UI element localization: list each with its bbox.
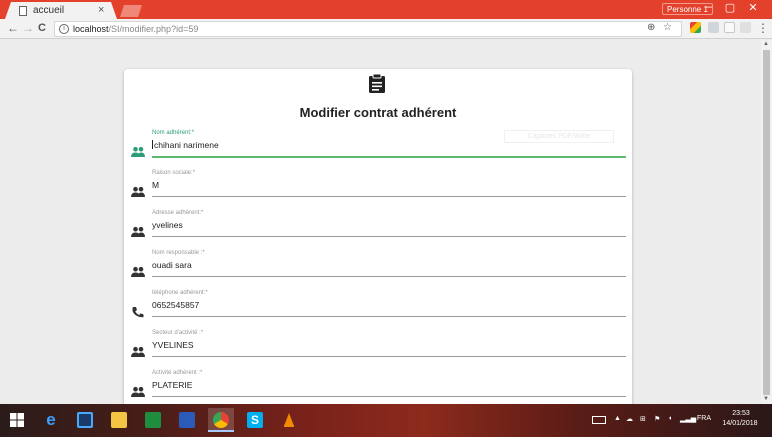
field-underline bbox=[152, 396, 626, 397]
page-icon bbox=[19, 6, 27, 16]
people-icon bbox=[131, 265, 145, 277]
title-bar: accueil × Personne 1 – ▢ ✕ bbox=[0, 0, 772, 19]
start-button[interactable] bbox=[4, 408, 30, 432]
people-icon bbox=[131, 185, 145, 197]
form-field[interactable]: Secteur d'activité :* YVELINES bbox=[124, 330, 632, 370]
people-icon bbox=[131, 385, 145, 397]
keyboard-icon[interactable] bbox=[592, 416, 606, 424]
field-input-text: chihani narimene bbox=[154, 140, 219, 150]
tab-title: accueil bbox=[33, 5, 65, 16]
extension-icon[interactable] bbox=[724, 22, 735, 33]
field-input[interactable]: ouadi sara bbox=[152, 260, 192, 270]
url-text[interactable]: localhost/SI/modifier.php?id=59 bbox=[73, 24, 198, 34]
back-button[interactable]: ← bbox=[7, 21, 19, 35]
store-icon bbox=[145, 412, 161, 428]
language-indicator[interactable]: FRA bbox=[697, 415, 711, 422]
cloud-icon[interactable]: ☁ bbox=[626, 415, 633, 423]
clock-date[interactable]: 14/01/2018 bbox=[716, 420, 764, 427]
field-label: Nom adhérent:* bbox=[152, 130, 195, 136]
field-label: Activité adhérent :* bbox=[152, 370, 203, 376]
field-input[interactable]: PLATERIE bbox=[152, 380, 192, 390]
field-label: Secteur d'activité :* bbox=[152, 330, 204, 336]
text-caret bbox=[152, 140, 153, 149]
scrollbar[interactable]: ▲ ▼ bbox=[761, 40, 772, 404]
minimize-button[interactable]: – bbox=[700, 1, 718, 13]
form-field[interactable]: téléphone adhérent:* 0652545857 bbox=[124, 290, 632, 330]
field-underline bbox=[152, 236, 626, 237]
field-label: Adresse adhérent:* bbox=[152, 210, 204, 216]
form-title: Modifier contrat adhérent bbox=[299, 105, 457, 120]
network-icon[interactable]: ⊞ bbox=[640, 415, 646, 423]
forward-button[interactable]: → bbox=[22, 21, 34, 35]
zoom-icon[interactable]: ⊕ bbox=[647, 22, 655, 33]
scrollbar-thumb[interactable] bbox=[763, 50, 770, 395]
browser-toolbar: ← → C i localhost/SI/modifier.php?id=59 … bbox=[0, 19, 772, 39]
start-icon bbox=[10, 413, 24, 427]
page-viewport: Modifier contrat adhérent Captures PDF/W… bbox=[0, 40, 761, 404]
flag-icon[interactable]: ⚑ bbox=[654, 415, 660, 423]
field-underline bbox=[152, 276, 626, 277]
field-label: téléphone adhérent:* bbox=[152, 290, 208, 296]
field-input[interactable]: M bbox=[152, 180, 159, 190]
people-icon bbox=[131, 345, 145, 357]
skype-icon: S bbox=[247, 412, 263, 428]
people-icon bbox=[131, 225, 145, 237]
form-field[interactable]: Adresse adhérent:* yvelines bbox=[124, 210, 632, 250]
clipboard-icon bbox=[369, 73, 385, 93]
extension-icon[interactable] bbox=[708, 22, 719, 33]
form-field[interactable]: Raison sociale:* M bbox=[124, 170, 632, 210]
taskbar: e S ▲ ☁ ⊞ ⚑ ◖ ▂▃▅ FRA 23:53 14/01/2018 bbox=[0, 404, 772, 437]
new-tab-button[interactable] bbox=[120, 5, 142, 17]
field-label: Raison sociale:* bbox=[152, 170, 196, 176]
browser-tab[interactable]: accueil × bbox=[5, 2, 117, 19]
browser-menu-icon[interactable]: ⋮ bbox=[757, 21, 769, 35]
taskview-icon bbox=[77, 412, 93, 428]
phone-icon bbox=[131, 305, 145, 318]
tab-close-icon[interactable]: × bbox=[98, 4, 104, 16]
field-label: Nom responsable :* bbox=[152, 250, 205, 256]
volume-icon[interactable]: ◖ bbox=[668, 415, 672, 422]
address-bar[interactable]: i localhost/SI/modifier.php?id=59 ⊕ ☆ bbox=[54, 21, 682, 37]
signal-icon[interactable]: ▂▃▅ bbox=[680, 415, 696, 423]
field-underline bbox=[152, 316, 626, 317]
scroll-down-icon[interactable]: ▼ bbox=[763, 396, 769, 402]
field-underline bbox=[152, 356, 626, 357]
taskbar-app-store[interactable] bbox=[140, 408, 166, 432]
people-icon bbox=[131, 145, 145, 157]
field-input[interactable]: 0652545857 bbox=[152, 300, 199, 310]
media-icon bbox=[179, 412, 195, 428]
taskbar-app-media[interactable] bbox=[174, 408, 200, 432]
field-input[interactable]: yvelines bbox=[152, 220, 183, 230]
explorer-icon bbox=[111, 412, 127, 428]
clock-time[interactable]: 23:53 bbox=[721, 410, 761, 417]
reload-button[interactable]: C bbox=[38, 22, 46, 34]
taskbar-app-edge[interactable]: e bbox=[38, 408, 64, 432]
chevron-up-icon[interactable]: ▲ bbox=[614, 415, 621, 422]
taskbar-app-explorer[interactable] bbox=[106, 408, 132, 432]
taskbar-app-vlc[interactable] bbox=[276, 408, 302, 432]
edge-icon: e bbox=[46, 410, 56, 429]
form-field[interactable]: Nom responsable :* ouadi sara bbox=[124, 250, 632, 290]
form-field[interactable]: Nom adhérent:* chihani narimene bbox=[124, 130, 632, 170]
taskbar-app-skype[interactable]: S bbox=[242, 408, 268, 432]
extension-icon[interactable] bbox=[740, 22, 751, 33]
field-input[interactable]: chihani narimene bbox=[152, 140, 219, 150]
chrome-icon bbox=[213, 412, 229, 428]
close-window-button[interactable]: ✕ bbox=[744, 1, 762, 14]
field-underline bbox=[152, 196, 626, 197]
info-icon[interactable]: i bbox=[59, 24, 69, 34]
scroll-up-icon[interactable]: ▲ bbox=[763, 41, 769, 47]
extension-icon[interactable] bbox=[690, 22, 701, 33]
maximize-button[interactable]: ▢ bbox=[721, 1, 739, 14]
taskbar-app-taskview[interactable] bbox=[72, 408, 98, 432]
vlc-icon bbox=[284, 413, 294, 427]
taskbar-app-chrome[interactable] bbox=[208, 408, 234, 432]
form-field[interactable]: Activité adhérent :* PLATERIE bbox=[124, 370, 632, 404]
form-card: Modifier contrat adhérent Captures PDF/W… bbox=[124, 69, 632, 404]
bookmark-star-icon[interactable]: ☆ bbox=[663, 22, 672, 33]
field-underline bbox=[152, 156, 626, 158]
field-input[interactable]: YVELINES bbox=[152, 340, 194, 350]
